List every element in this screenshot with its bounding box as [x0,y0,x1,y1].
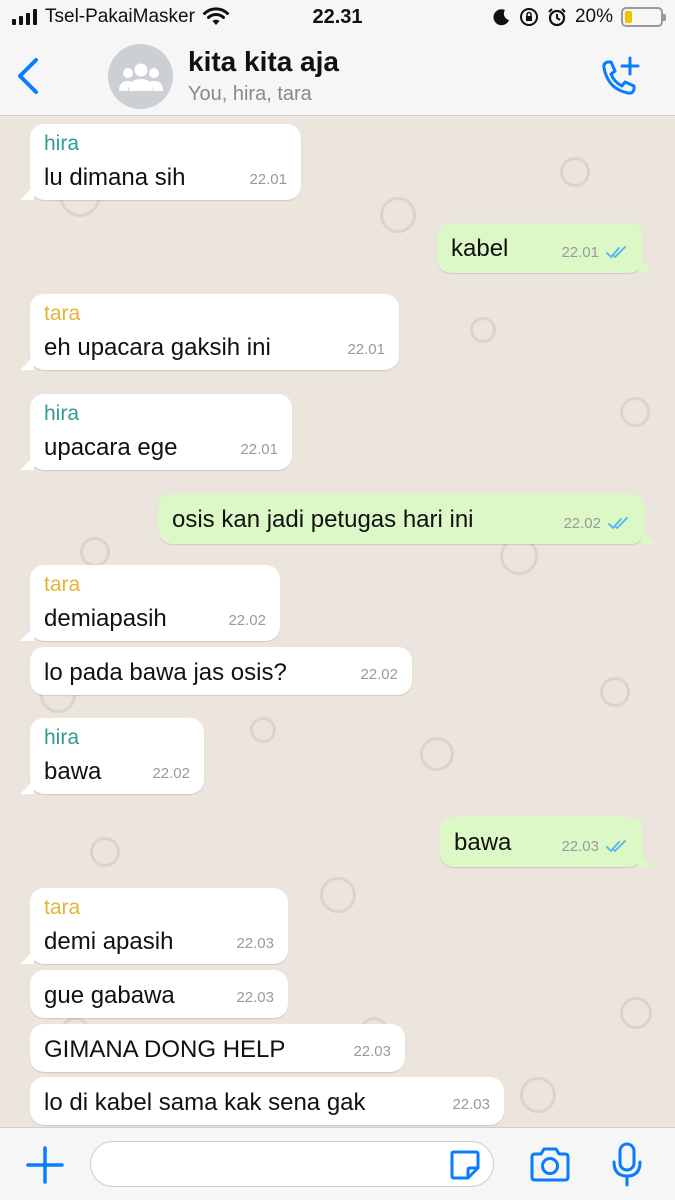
outgoing-message[interactable]: bawa 22.03 [440,817,653,867]
bubble-tail [639,259,653,273]
wallpaper-doodle [380,197,416,233]
message-time: 22.02 [152,765,190,782]
chat-header: kita kita aja You, hira, tara [0,36,675,116]
incoming-message[interactable]: hira bawa 22.02 [20,718,204,794]
rotation-lock-icon [519,8,538,26]
wallpaper-doodle [600,677,630,707]
incoming-message[interactable]: lo di kabel sama kak sena gak 22.03 [30,1077,504,1125]
camera-icon[interactable] [528,1145,572,1185]
incoming-message[interactable]: tara demi apasih 22.03 [20,888,288,964]
message-time: 22.03 [561,838,599,855]
wallpaper-doodle [420,737,454,771]
input-bar [0,1127,675,1200]
message-time: 22.01 [240,441,278,458]
chat-area[interactable]: hira lu dimana sih 22.01 kabel 22.01 tara eh u… [0,117,675,1127]
wallpaper-doodle [620,997,652,1029]
sender-name[interactable]: hira [44,132,79,156]
outgoing-message[interactable]: kabel 22.01 [437,223,653,273]
incoming-message[interactable]: gue gabawa 22.03 [30,970,288,1018]
microphone-icon[interactable] [610,1142,644,1188]
outgoing-message[interactable]: osis kan jadi petugas hari ini 22.02 [158,494,655,544]
add-call-icon[interactable] [596,54,644,102]
wallpaper-doodle [80,537,110,567]
bubble-tail [20,356,34,370]
bubble-tail [20,456,34,470]
message-input[interactable] [90,1141,494,1187]
incoming-message[interactable]: tara demiapasih 22.02 [20,565,280,641]
bubble-tail [20,186,34,200]
message-text: demiapasih [44,605,167,632]
message-text: osis kan jadi petugas hari ini [172,506,474,533]
message-text: bawa [44,758,102,785]
wallpaper-doodle [470,317,496,343]
sender-name[interactable]: tara [44,302,80,326]
bubble-tail [639,853,653,867]
status-right: 20% [493,6,666,28]
message-text: lo pada bawa jas osis? [44,659,287,686]
read-receipt-icon [608,517,628,530]
chat-title[interactable]: kita kita aja [188,46,339,78]
sender-name[interactable]: tara [44,896,80,920]
wallpaper-doodle [90,837,120,867]
bubble-tail [641,530,655,544]
chat-participants[interactable]: You, hira, tara [188,83,312,106]
wallpaper-doodle [320,877,356,913]
message-text: bawa [454,829,512,856]
read-receipt-icon [606,246,626,259]
group-avatar[interactable] [108,44,173,109]
message-time: 22.01 [561,244,599,261]
message-text: upacara ege [44,434,178,461]
wallpaper-doodle [250,717,276,743]
message-text: gue gabawa [44,982,175,1009]
group-icon [118,63,163,91]
message-text: eh upacara gaksih ini [44,334,271,361]
bubble-tail [20,627,34,641]
message-text: demi apasih [44,928,174,955]
alarm-icon [548,8,566,27]
message-text: kabel [451,235,509,262]
wallpaper-doodle [560,157,590,187]
incoming-message[interactable]: hira lu dimana sih 22.01 [20,124,301,200]
sticker-icon[interactable] [448,1148,482,1182]
sender-name[interactable]: hira [44,726,79,750]
message-time: 22.02 [360,666,398,683]
message-text: lu dimana sih [44,164,186,191]
incoming-message[interactable]: lo pada bawa jas osis? 22.02 [30,647,412,695]
message-time: 22.03 [236,989,274,1006]
battery-percent: 20% [574,6,613,27]
battery-icon [621,7,666,27]
moon-icon [493,9,509,26]
wallpaper-doodle [520,1077,556,1113]
sender-name[interactable]: tara [44,573,80,597]
message-time: 22.03 [452,1096,490,1113]
incoming-message[interactable]: GIMANA DONG HELP 22.03 [30,1024,405,1072]
message-time: 22.01 [249,171,287,188]
read-receipt-icon [606,840,626,853]
message-time: 22.01 [347,341,385,358]
incoming-message[interactable]: hira upacara ege 22.01 [20,394,292,470]
bubble-tail [20,950,34,964]
sender-name[interactable]: hira [44,402,79,426]
wallpaper-doodle [620,397,650,427]
incoming-message[interactable]: tara eh upacara gaksih ini 22.01 [20,294,399,370]
plus-icon[interactable] [24,1144,66,1186]
bubble-tail [20,780,34,794]
message-time: 22.02 [563,515,601,532]
status-bar: Tsel-PakaiMasker 22.31 20% [0,0,675,36]
message-time: 22.03 [236,935,274,952]
message-text: GIMANA DONG HELP [44,1036,286,1063]
back-button[interactable] [10,54,46,98]
message-time: 22.03 [353,1043,391,1060]
message-text: lo di kabel sama kak sena gak [44,1089,366,1116]
message-time: 22.02 [228,612,266,629]
